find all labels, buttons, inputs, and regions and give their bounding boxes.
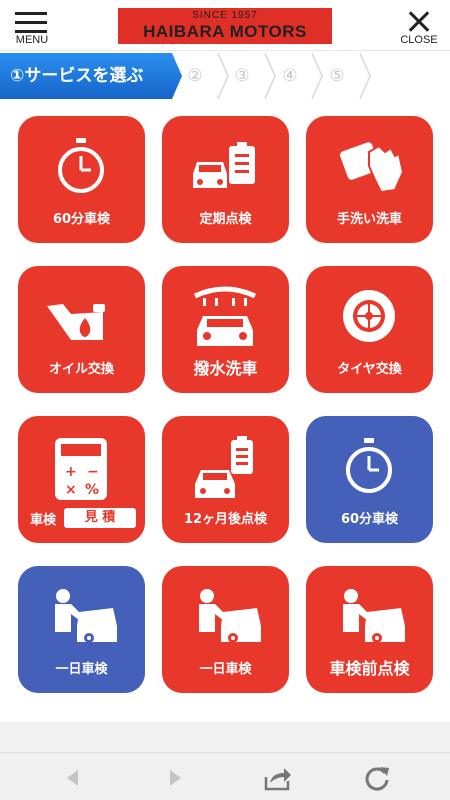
step-2[interactable]: ② — [180, 51, 210, 101]
service-tile-hand-wash[interactable]: 手洗い洗車 — [306, 116, 433, 243]
svg-text:%: % — [85, 482, 99, 498]
brand-logo[interactable]: SINCE 1957 HAIBARA MOTORS — [118, 8, 332, 44]
car-checklist-icon — [193, 142, 255, 188]
service-tile-water-repellent-wash[interactable]: 撥水洗車 — [162, 266, 289, 393]
close-button[interactable]: CLOSE — [398, 8, 440, 48]
close-label: CLOSE — [400, 34, 438, 46]
service-tile-12month-inspection[interactable]: 12ヶ月後点検 — [162, 416, 289, 543]
reload-icon[interactable] — [362, 763, 392, 793]
service-tile-one-day-shaken[interactable]: 一日車検 — [162, 566, 289, 693]
car-checklist-icon — [195, 436, 253, 498]
share-icon[interactable] — [262, 763, 292, 793]
estimate-badge: 見 積 — [64, 508, 136, 528]
service-label: 車検前点検 — [329, 659, 410, 678]
stopwatch-icon — [58, 138, 104, 193]
logo-since-text: SINCE 1957 — [192, 10, 258, 21]
service-label: 定期点検 — [199, 212, 252, 227]
tire-icon — [343, 290, 395, 342]
service-label: 手洗い洗車 — [336, 212, 402, 227]
mechanic-icon — [55, 589, 117, 643]
step-5[interactable]: ⑤ — [322, 51, 352, 101]
hamburger-icon — [15, 12, 47, 33]
mechanic-icon — [199, 589, 261, 643]
oil-can-icon — [47, 304, 105, 340]
svg-text:−: − — [87, 464, 99, 480]
app-header: MENU SINCE 1957 HAIBARA MOTORS CLOSE — [0, 0, 450, 50]
menu-label: MENU — [15, 34, 49, 46]
browser-toolbar — [0, 752, 450, 800]
service-label: タイヤ交換 — [337, 362, 402, 377]
menu-button[interactable]: MENU — [12, 8, 52, 48]
service-label: 一日車検 — [199, 662, 252, 677]
step-3[interactable]: ③ — [227, 51, 257, 101]
service-label-group: 車検 見 積 — [28, 508, 138, 529]
service-label: 一日車検 — [55, 662, 108, 677]
svg-text:+: + — [65, 464, 77, 480]
step-4[interactable]: ④ — [275, 51, 305, 101]
stopwatch-icon — [346, 438, 392, 493]
glove-sponge-icon — [340, 142, 405, 194]
back-arrow-icon[interactable] — [58, 763, 88, 793]
svg-text:×: × — [65, 482, 77, 498]
service-tile-60min-shaken-blue[interactable]: 60分車検 — [306, 416, 433, 543]
service-tile-shaken-estimate[interactable]: + − × % 車検 見 積 — [18, 416, 145, 543]
service-tile-oil-change[interactable]: オイル交換 — [18, 266, 145, 393]
car-wash-icon — [193, 286, 257, 346]
step-breadcrumb: ①サービスを選ぶ ② ③ ④ ⑤ — [0, 50, 450, 100]
forward-arrow-icon[interactable] — [160, 763, 190, 793]
close-icon — [406, 10, 432, 32]
service-tile-60min-shaken[interactable]: 60分車検 — [18, 116, 145, 243]
step-1-select-service[interactable]: ①サービスを選ぶ — [10, 51, 143, 101]
service-label: 12ヶ月後点検 — [183, 512, 268, 527]
service-label: 60分車検 — [340, 512, 399, 527]
service-label: オイル交換 — [48, 362, 114, 377]
mechanic-icon — [343, 589, 405, 643]
service-tile-teiki-tenken[interactable]: 定期点検 — [162, 116, 289, 243]
service-tile-tire-change[interactable]: タイヤ交換 — [306, 266, 433, 393]
service-tile-pre-shaken-inspection[interactable]: 車検前点検 — [306, 566, 433, 693]
service-label: 60分車検 — [52, 212, 111, 227]
service-tile-one-day-shaken-blue[interactable]: 一日車検 — [18, 566, 145, 693]
service-label: 車検 — [30, 513, 57, 528]
service-grid: 60分車検 定期点検 手洗い洗車 オイル交換 撥水洗車 タイヤ交換 + − × … — [0, 100, 450, 722]
logo-name-text: HAIBARA MOTORS — [143, 22, 307, 41]
calculator-icon: + − × % — [55, 438, 107, 500]
service-label: 撥水洗車 — [193, 359, 258, 378]
